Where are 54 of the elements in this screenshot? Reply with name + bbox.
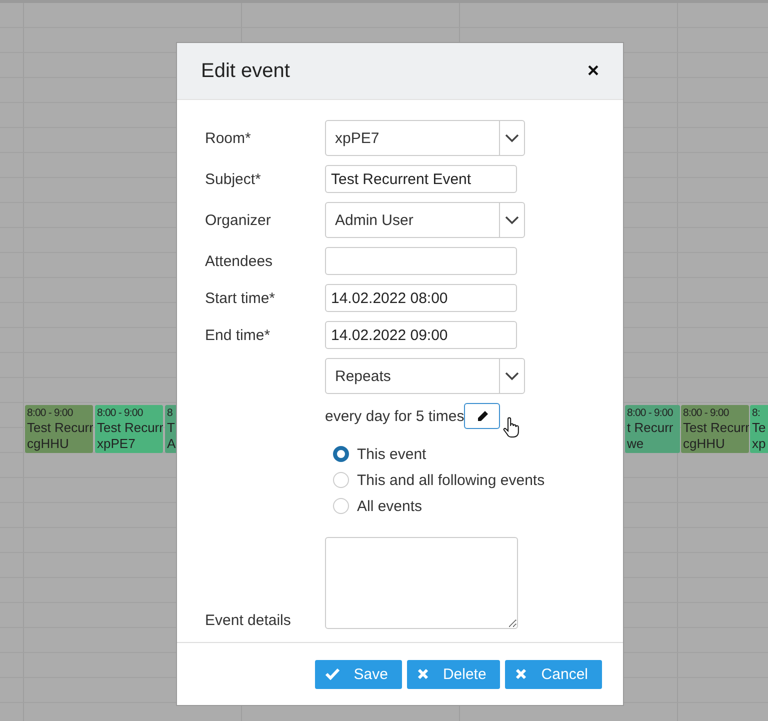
x-icon	[515, 668, 528, 680]
event-time: 8:00 - 9:00	[683, 406, 730, 420]
event-time: 8:00 - 9:00	[27, 406, 74, 420]
event-title: Test Recurr	[683, 420, 747, 436]
event-title: t Recurr	[627, 420, 674, 436]
field-label: Organizer	[205, 212, 272, 228]
pencil-icon	[476, 410, 489, 422]
calendar-event[interactable]: 8:00 - 9:00 t Recurr we	[625, 405, 680, 453]
recurrence-text: every day for 5 times	[325, 408, 464, 424]
radio-option[interactable]: This and all following events	[333, 467, 595, 493]
select-field[interactable]: xpPE7	[325, 120, 525, 156]
field-label: Room*	[205, 130, 252, 146]
event-title: Test Recurr	[27, 420, 91, 436]
radio-option[interactable]: This event	[333, 441, 595, 467]
event-time: 8:00 - 9:00	[627, 406, 674, 420]
check-icon	[324, 668, 340, 680]
input-field[interactable]	[325, 247, 517, 275]
radio-button[interactable]	[333, 446, 349, 462]
dialog-title: Edit event	[201, 60, 290, 82]
event-time: 8:	[752, 406, 761, 420]
select-field[interactable]: Admin User	[325, 202, 525, 238]
input-field[interactable]: 14.02.2022 09:00	[325, 321, 517, 349]
event-room: we	[627, 436, 645, 452]
select-field[interactable]: Repeats	[325, 358, 525, 394]
event-room: cgHHU	[27, 436, 70, 452]
event-time: 8	[167, 406, 174, 420]
field-label: Event details	[205, 612, 292, 629]
event-title: T	[167, 420, 176, 436]
close-button[interactable]: ×	[587, 60, 599, 82]
calendar-event[interactable]: 8:00 - 9:00 Test Recurr cgHHU	[681, 405, 749, 453]
edit-button[interactable]	[464, 403, 500, 429]
chevron-down-icon	[505, 216, 519, 224]
calendar-event[interactable]: 8:00 - 9:00 Test Recurr cgHHU	[25, 405, 93, 453]
input-field[interactable]: Test Recurrent Event	[325, 165, 517, 193]
calendar-event[interactable]: 8: Te xp	[750, 405, 768, 453]
field-label: Start time*	[205, 290, 276, 306]
calendar-event[interactable]: 8:00 - 9:00 Test Recurr xpPE7	[95, 405, 163, 453]
chevron-down-icon	[505, 134, 519, 142]
radio-option[interactable]: All events	[333, 493, 595, 519]
field-label: Subject*	[205, 170, 262, 188]
field-label: Attendees	[205, 252, 274, 270]
chevron-down-icon	[505, 372, 519, 380]
details-field[interactable]	[325, 537, 518, 629]
input-field[interactable]: 14.02.2022 08:00	[325, 284, 517, 312]
event-room: A	[167, 436, 177, 452]
event-time: 8:00 - 9:00	[97, 406, 144, 420]
event-room: xp	[752, 436, 767, 452]
field-label: End time*	[205, 326, 272, 344]
event-title: Test Recurr	[97, 420, 161, 436]
x-icon	[416, 668, 429, 680]
event-room: xpPE7	[97, 436, 136, 452]
event-title: Te	[752, 420, 767, 436]
hand-cursor-icon	[503, 417, 519, 439]
event-room: cgHHU	[683, 436, 726, 452]
